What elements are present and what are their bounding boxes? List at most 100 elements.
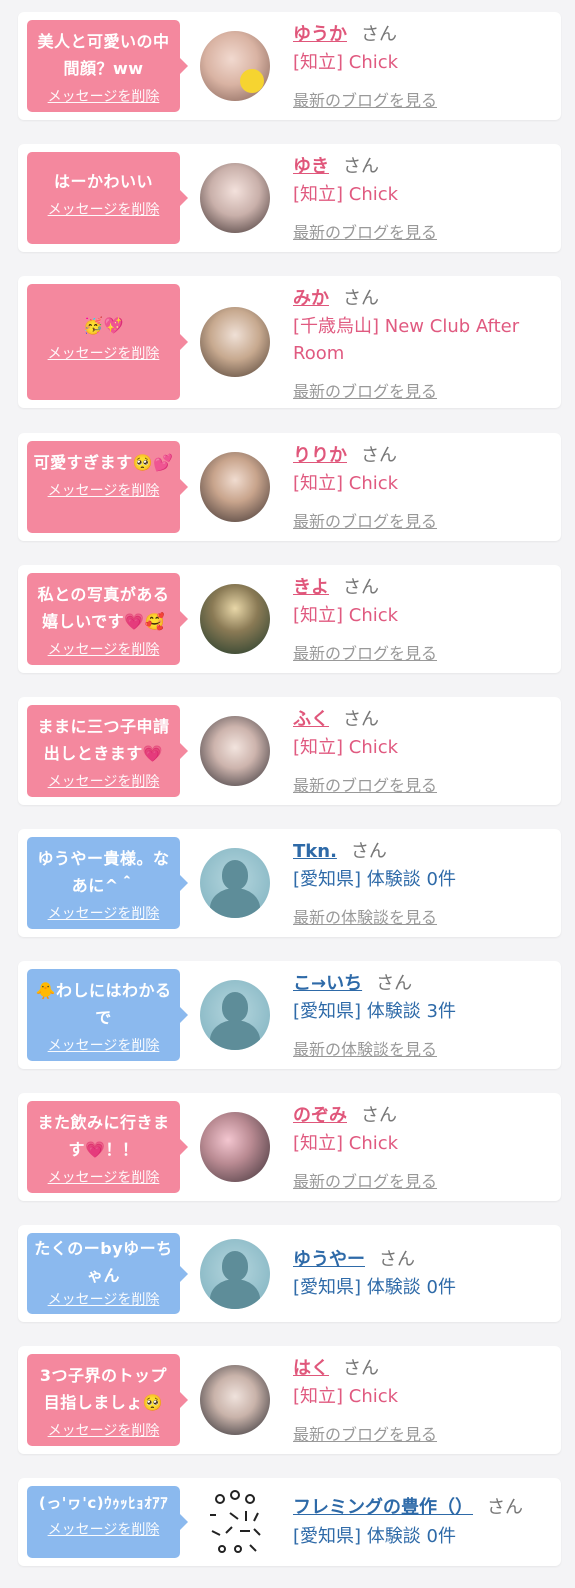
user-name-link[interactable]: フレミングの豊作（） bbox=[293, 1497, 473, 1518]
latest-blog-link[interactable]: 最新のブログを見る bbox=[293, 378, 437, 402]
shop-label: [知立] Chick bbox=[293, 605, 399, 626]
honorific: さん bbox=[379, 1249, 415, 1270]
list-item: (っ'ヮ'c)ｳｩｯﾋｮｵｱｱ メッセージを削除 フレミングの豊作（） さん [愛… bbox=[18, 1478, 561, 1566]
message-text: 3つ子界のトップ目指しましょ🥺 bbox=[39, 1366, 168, 1412]
latest-blog-link[interactable]: 最新のブログを見る bbox=[293, 87, 437, 111]
avatar[interactable] bbox=[200, 584, 270, 654]
list-item: はーかわいい メッセージを削除 ゆき さん [知立] Chick 最新のブログを見… bbox=[18, 144, 561, 252]
avatar[interactable] bbox=[200, 31, 270, 101]
user-name-link[interactable]: ゆき bbox=[293, 156, 329, 177]
message-bubble: ゆうやー貴様。なあに^＾ メッセージを削除 bbox=[27, 837, 188, 929]
shop-label: [知立] Chick bbox=[293, 184, 399, 205]
honorific: さん bbox=[361, 445, 397, 466]
latest-review-link[interactable]: 最新の体験談を見る bbox=[293, 1036, 437, 1060]
message-text: はーかわいい bbox=[53, 172, 153, 191]
list-item: 🐥わしにはわかるで メッセージを削除 こ→いち さん [愛知県] 体験談 3件 最… bbox=[18, 961, 561, 1069]
avatar[interactable] bbox=[200, 716, 270, 786]
honorific: さん bbox=[343, 577, 379, 598]
message-text: 🐥わしにはわかるで bbox=[35, 981, 172, 1027]
message-bubble: 可愛すぎます🥺💕 メッセージを削除 bbox=[27, 441, 188, 533]
message-bubble: 私との写真がある嬉しいです💗🥰 メッセージを削除 bbox=[27, 573, 188, 665]
delete-message-link[interactable]: メッセージを削除 bbox=[33, 1289, 174, 1309]
list-item: 美人と可愛いの中間顔？ww メッセージを削除 ゆうか さん [知立] Chick … bbox=[18, 12, 561, 120]
shop-label: [千歳烏山] New Club After Room bbox=[293, 316, 520, 364]
message-text: 美人と可愛いの中間顔？ww bbox=[37, 32, 170, 78]
delete-message-link[interactable]: メッセージを削除 bbox=[33, 1519, 174, 1539]
avatar[interactable] bbox=[200, 1365, 270, 1435]
delete-message-link[interactable]: メッセージを削除 bbox=[33, 343, 174, 363]
list-item: 3つ子界のトップ目指しましょ🥺 メッセージを削除 はく さん [知立] Chick… bbox=[18, 1346, 561, 1454]
latest-blog-link[interactable]: 最新のブログを見る bbox=[293, 219, 437, 243]
avatar[interactable] bbox=[200, 1112, 270, 1182]
list-item: 可愛すぎます🥺💕 メッセージを削除 りりか さん [知立] Chick 最新のブロ… bbox=[18, 433, 561, 541]
latest-review-link[interactable]: 最新の体験談を見る bbox=[293, 904, 437, 928]
delete-message-link[interactable]: メッセージを削除 bbox=[33, 1420, 174, 1440]
honorific: さん bbox=[376, 973, 413, 994]
list-item: ゆうやー貴様。なあに^＾ メッセージを削除 Tkn. さん [愛知県] 体験談 0… bbox=[18, 829, 561, 937]
no-photo-avatar-icon[interactable] bbox=[200, 1239, 270, 1309]
user-name-link[interactable]: こ→いち bbox=[293, 973, 362, 994]
heart-sticker-icon bbox=[240, 69, 264, 93]
avatar[interactable] bbox=[200, 163, 270, 233]
honorific: さん bbox=[343, 288, 379, 309]
message-bubble: たくのーbyゆーちゃん メッセージを削除 bbox=[27, 1233, 188, 1314]
shop-label: [知立] Chick bbox=[293, 1133, 399, 1154]
list-item: たくのーbyゆーちゃん メッセージを削除 ゆうやー さん [愛知県] 体験談 0件 bbox=[18, 1225, 561, 1322]
doodle-avatar-icon[interactable] bbox=[200, 1487, 270, 1557]
message-text: ままに三つ子申請出しときます💗 bbox=[37, 717, 170, 763]
delete-message-link[interactable]: メッセージを削除 bbox=[33, 1035, 174, 1055]
shop-label: [知立] Chick bbox=[293, 52, 399, 73]
message-bubble: 🥳💖 メッセージを削除 bbox=[27, 284, 188, 400]
shop-label: [愛知県] 体験談 3件 bbox=[293, 1001, 456, 1022]
user-name-link[interactable]: りりか bbox=[293, 445, 347, 466]
user-name-link[interactable]: のぞみ bbox=[293, 1105, 347, 1126]
delete-message-link[interactable]: メッセージを削除 bbox=[33, 86, 174, 106]
user-name-link[interactable]: ゆうか bbox=[293, 24, 347, 45]
honorific: さん bbox=[361, 1105, 397, 1126]
message-text: 🥳💖 bbox=[83, 316, 124, 335]
shop-label: [愛知県] 体験談 0件 bbox=[293, 1277, 456, 1298]
message-bubble: (っ'ヮ'c)ｳｩｯﾋｮｵｱｱ メッセージを削除 bbox=[27, 1486, 188, 1558]
message-text: 私との写真がある嬉しいです💗🥰 bbox=[37, 585, 170, 631]
message-text: 可愛すぎます🥺💕 bbox=[33, 453, 174, 472]
message-text: (っ'ヮ'c)ｳｩｯﾋｮｵｱｱ bbox=[38, 1494, 169, 1512]
user-name-link[interactable]: ゆうやー bbox=[293, 1249, 365, 1270]
shop-label: [愛知県] 体験談 0件 bbox=[293, 869, 456, 890]
honorific: さん bbox=[343, 709, 379, 730]
user-name-link[interactable]: ふく bbox=[293, 709, 329, 730]
honorific: さん bbox=[343, 1358, 379, 1379]
delete-message-link[interactable]: メッセージを削除 bbox=[33, 771, 174, 791]
user-name-link[interactable]: Tkn. bbox=[293, 841, 337, 862]
latest-blog-link[interactable]: 最新のブログを見る bbox=[293, 1168, 437, 1192]
user-name-link[interactable]: きよ bbox=[293, 577, 329, 598]
user-name-link[interactable]: はく bbox=[293, 1358, 329, 1379]
message-bubble: 🐥わしにはわかるで メッセージを削除 bbox=[27, 969, 188, 1061]
avatar[interactable] bbox=[200, 452, 270, 522]
message-text: また飲みに行きます💗！！ bbox=[37, 1113, 170, 1159]
avatar[interactable] bbox=[200, 307, 270, 377]
latest-blog-link[interactable]: 最新のブログを見る bbox=[293, 508, 437, 532]
honorific: さん bbox=[487, 1497, 523, 1518]
delete-message-link[interactable]: メッセージを削除 bbox=[33, 903, 174, 923]
honorific: さん bbox=[343, 156, 379, 177]
latest-blog-link[interactable]: 最新のブログを見る bbox=[293, 640, 437, 664]
message-bubble: はーかわいい メッセージを削除 bbox=[27, 152, 188, 244]
honorific: さん bbox=[361, 24, 397, 45]
delete-message-link[interactable]: メッセージを削除 bbox=[33, 639, 174, 659]
list-item: また飲みに行きます💗！！ メッセージを削除 のぞみ さん [知立] Chick 最… bbox=[18, 1093, 561, 1201]
message-bubble: 美人と可愛いの中間顔？ww メッセージを削除 bbox=[27, 20, 188, 112]
delete-message-link[interactable]: メッセージを削除 bbox=[33, 480, 174, 500]
list-item: 🥳💖 メッセージを削除 みか さん [千歳烏山] New Club After R… bbox=[18, 276, 561, 408]
latest-blog-link[interactable]: 最新のブログを見る bbox=[293, 772, 437, 796]
user-name-link[interactable]: みか bbox=[293, 288, 329, 309]
message-bubble: 3つ子界のトップ目指しましょ🥺 メッセージを削除 bbox=[27, 1354, 188, 1446]
message-text: ゆうやー貴様。なあに^＾ bbox=[37, 849, 170, 895]
message-bubble: また飲みに行きます💗！！ メッセージを削除 bbox=[27, 1101, 188, 1193]
delete-message-link[interactable]: メッセージを削除 bbox=[33, 199, 174, 219]
delete-message-link[interactable]: メッセージを削除 bbox=[33, 1167, 174, 1187]
shop-label: [知立] Chick bbox=[293, 737, 399, 758]
no-photo-avatar-icon[interactable] bbox=[200, 980, 270, 1050]
latest-blog-link[interactable]: 最新のブログを見る bbox=[293, 1421, 437, 1445]
no-photo-avatar-icon[interactable] bbox=[200, 848, 270, 918]
list-item: ままに三つ子申請出しときます💗 メッセージを削除 ふく さん [知立] Chick… bbox=[18, 697, 561, 805]
